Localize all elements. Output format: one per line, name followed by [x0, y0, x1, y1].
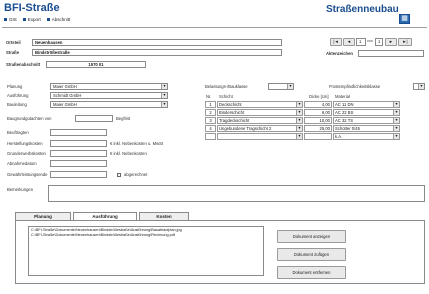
- chevron-down-icon[interactable]: ▼: [296, 134, 302, 139]
- layer-dicke-input[interactable]: 10,00: [304, 117, 332, 124]
- flaeche-suffix: Begfrist: [116, 116, 131, 121]
- nav-total-display: 1: [375, 38, 383, 46]
- show-document-button[interactable]: Dokument anzeigen: [277, 230, 346, 243]
- abnahme-input[interactable]: [50, 160, 107, 167]
- nav-prev-button[interactable]: ◄: [343, 38, 355, 46]
- bauleitung-label: Bauleitung: [7, 102, 27, 107]
- toolbar-item-gis[interactable]: GIS: [4, 17, 17, 22]
- chevron-down-icon[interactable]: ▼: [393, 126, 399, 131]
- layer-dicke-input[interactable]: 6,00: [304, 109, 332, 116]
- strasse-label: Straße: [6, 50, 20, 55]
- planung-select[interactable]: Maier GmbH ▼: [50, 83, 168, 90]
- gewaehr-label: Gewährleistungsende: [7, 172, 48, 177]
- layer-nr-cell: 3: [205, 117, 216, 124]
- toolbar-item-abschnitt[interactable]: Abschnitt: [46, 17, 70, 22]
- chevron-down-icon[interactable]: ▼: [296, 118, 302, 123]
- ausfuehrung-select[interactable]: Schmidt GmbH ▼: [50, 92, 168, 99]
- nav-of-label: von: [367, 39, 373, 43]
- grunderwerb-label: Grunderwerbskosten: [7, 151, 46, 156]
- gewaehr-input[interactable]: [50, 171, 107, 178]
- nav-record-input[interactable]: 1: [356, 38, 366, 46]
- aktenzeichen-label: Aktenzeichen: [326, 51, 353, 56]
- layer-nr-cell: [205, 133, 216, 140]
- square-icon: [22, 18, 26, 21]
- chevron-down-icon[interactable]: ▼: [393, 102, 399, 107]
- layer-nr-cell: 4: [205, 125, 216, 132]
- frost-label: Frostempfindlichkeitsklasse: [329, 84, 381, 89]
- remove-document-button[interactable]: Dokument entfernen: [277, 266, 346, 279]
- list-item[interactable]: C:\BFI-Straße\Dokumente\Neuenhausen\Bind…: [31, 233, 261, 238]
- strasse-input[interactable]: Bindströßestraße: [32, 49, 282, 56]
- layer-nr-cell: 1: [205, 101, 216, 108]
- layer-material-select[interactable]: AC 11 DN ▼: [333, 101, 400, 108]
- col-header-schicht: Schicht: [219, 94, 233, 99]
- col-header-dicke: Dicke [cm]: [309, 94, 329, 99]
- chevron-down-icon[interactable]: ▼: [296, 126, 302, 131]
- chevron-down-icon[interactable]: ▼: [393, 118, 399, 123]
- beauftragt-input[interactable]: [50, 129, 107, 136]
- chevron-down-icon[interactable]: ▼: [296, 102, 302, 107]
- header-divider: [2, 27, 427, 28]
- beauftragt-label: Beuftragten: [7, 130, 29, 135]
- grunderwerb-suffix: € inkl. Nebenkosten: [110, 151, 147, 156]
- belastung-label: Belastungs-/Bauklasse: [205, 84, 248, 89]
- bemerkungen-label: Bemerkungen: [7, 187, 34, 192]
- nav-first-button[interactable]: |◄: [330, 38, 342, 46]
- square-icon: [4, 18, 7, 21]
- belastung-select[interactable]: ▼: [268, 83, 294, 90]
- ortsteil-input[interactable]: Neuenhausen: [32, 39, 282, 46]
- col-header-nr: Nr.: [206, 94, 212, 99]
- nav-last-button[interactable]: ►|: [398, 38, 412, 46]
- aktenzeichen-input[interactable]: [358, 50, 424, 57]
- planung-label: Planung: [7, 84, 23, 89]
- chevron-down-icon[interactable]: ▼: [161, 84, 167, 89]
- chevron-down-icon[interactable]: ▼: [393, 110, 399, 115]
- layer-nr-cell: 2: [205, 109, 216, 116]
- layer-dicke-input[interactable]: 25,00: [304, 125, 332, 132]
- layer-schicht-select[interactable]: ▼: [217, 133, 303, 140]
- grunderwerb-input[interactable]: [50, 150, 107, 157]
- ausfuehrung-label: Ausführung: [7, 93, 29, 98]
- abnahme-label: Abnahmedatum: [7, 161, 37, 166]
- add-document-button[interactable]: Dokument zufügen: [277, 248, 346, 261]
- herstellung-suffix: € inkl. Nebenkosten u. MwSt: [110, 141, 164, 146]
- layer-schicht-select[interactable]: Deckschicht ▼: [217, 101, 303, 108]
- abschnitt-label: Straßenabschnitt: [6, 62, 41, 67]
- chevron-down-icon[interactable]: ▼: [161, 93, 167, 98]
- abgerechnet-label: abgerechnet: [124, 172, 148, 177]
- nav-next-button[interactable]: ►: [385, 38, 397, 46]
- herstellung-label: Herstellungskosten: [7, 141, 43, 146]
- abgerechnet-checkbox[interactable]: [117, 173, 121, 177]
- chevron-down-icon[interactable]: ▼: [161, 102, 167, 107]
- document-list[interactable]: C:\BFI-Straße\Dokumente\Neuenhausen\Bind…: [28, 226, 264, 276]
- frost-select[interactable]: ▼: [413, 83, 425, 90]
- chevron-down-icon[interactable]: ▼: [287, 84, 293, 89]
- app-title: BFI-Straße: [4, 2, 60, 14]
- layer-dicke-input[interactable]: [304, 133, 332, 140]
- flaeche-input[interactable]: [75, 115, 113, 122]
- herstellung-input[interactable]: [50, 140, 107, 147]
- bauleitung-select[interactable]: Maier GmbH ▼: [50, 101, 168, 108]
- chevron-down-icon[interactable]: ▼: [296, 110, 302, 115]
- layer-schicht-select[interactable]: Tragdeckschicht ▼: [217, 117, 303, 124]
- toolbar-item-export[interactable]: Export: [22, 17, 41, 22]
- save-icon[interactable]: ▦: [399, 14, 410, 24]
- square-icon: [46, 18, 50, 21]
- col-header-material: Material: [335, 94, 350, 99]
- abschnitt-input[interactable]: 1570 01: [46, 61, 146, 68]
- layer-material-select[interactable]: Schotter 0/45 ▼: [333, 125, 400, 132]
- layer-schicht-select[interactable]: Binderschicht ▼: [217, 109, 303, 116]
- chevron-down-icon[interactable]: ▼: [418, 84, 424, 89]
- bemerkungen-textarea[interactable]: [48, 185, 425, 202]
- layer-material-select[interactable]: k.A. ▼: [333, 133, 400, 140]
- ortsteil-label: Ortsteil: [6, 40, 21, 45]
- toolbar: GIS Export Abschnitt: [4, 17, 70, 22]
- app-subtitle: Straßenneubau: [326, 4, 399, 15]
- chevron-down-icon[interactable]: ▼: [393, 134, 399, 139]
- layer-schicht-select[interactable]: Ungebundene Tragschicht 2 ▼: [217, 125, 303, 132]
- layer-material-select[interactable]: AC 32 TS ▼: [333, 117, 400, 124]
- layer-dicke-input[interactable]: 4,00: [304, 101, 332, 108]
- flaeche-label: Baugrundgutachten von: [7, 116, 52, 121]
- layer-material-select[interactable]: AC 22 BS ▼: [333, 109, 400, 116]
